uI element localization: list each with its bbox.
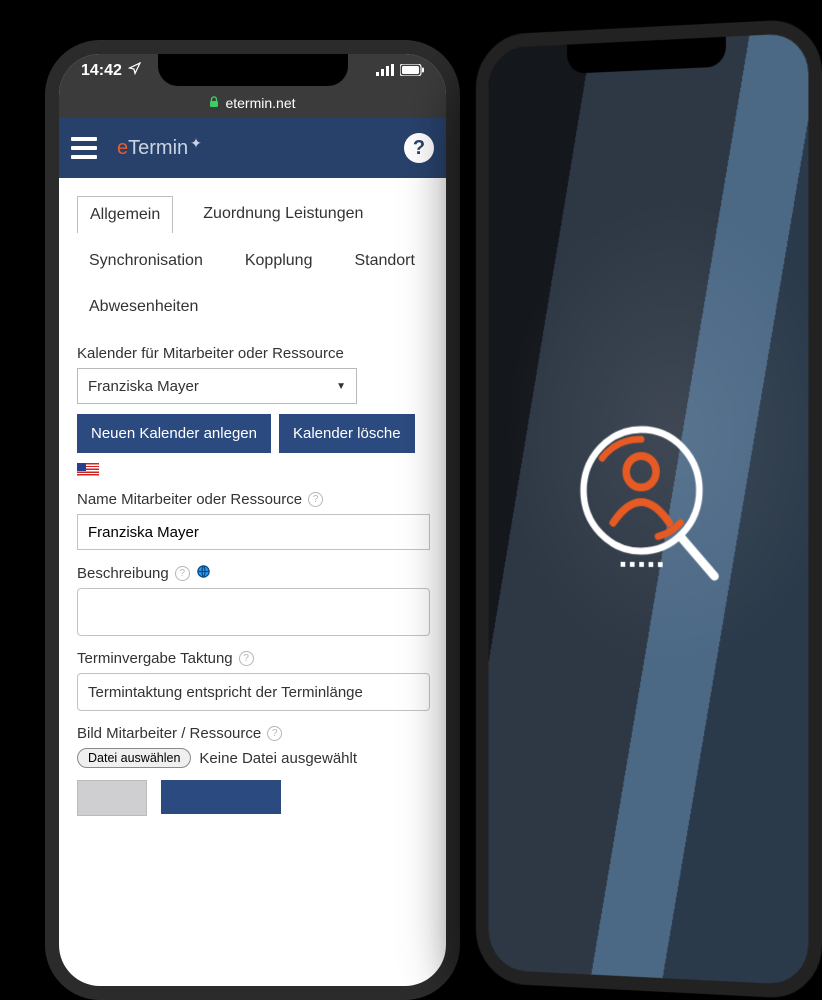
globe-icon[interactable] bbox=[196, 564, 211, 582]
menu-icon[interactable] bbox=[71, 137, 97, 159]
field-bild: Bild Mitarbeiter / Ressource ? Datei aus… bbox=[77, 725, 430, 816]
help-icon[interactable]: ? bbox=[404, 133, 434, 163]
help-hint-icon[interactable]: ? bbox=[175, 566, 190, 581]
new-calendar-button[interactable]: Neuen Kalender anlegen bbox=[77, 414, 271, 453]
label-name: Name Mitarbeiter oder Ressource bbox=[77, 491, 302, 508]
delete-calendar-button[interactable]: Kalender lösche bbox=[279, 414, 415, 453]
label-taktung: Terminvergabe Taktung bbox=[77, 650, 233, 667]
content-area: Allgemein Zuordnung Leistungen Synchroni… bbox=[59, 178, 446, 986]
phone-mock-left: 14:42 bbox=[45, 40, 460, 1000]
field-name: Name Mitarbeiter oder Ressource ? bbox=[77, 491, 430, 550]
app-header: eTermin✦ ? bbox=[59, 118, 446, 178]
battery-icon bbox=[400, 63, 424, 79]
magnifier-person-icon bbox=[567, 406, 726, 604]
select-taktung-value: Termintaktung entspricht der Terminlänge bbox=[88, 684, 363, 701]
label-description: Beschreibung bbox=[77, 565, 169, 582]
logo-swirl-icon: ✦ bbox=[190, 135, 202, 152]
help-hint-icon[interactable]: ? bbox=[239, 651, 254, 666]
browser-url-bar[interactable]: etermin.net bbox=[59, 88, 446, 118]
field-taktung: Terminvergabe Taktung ? Termintaktung en… bbox=[77, 650, 430, 711]
tab-zuordnung[interactable]: Zuordnung Leistungen bbox=[191, 196, 375, 233]
file-state-text: Keine Datei ausgewählt bbox=[199, 750, 357, 767]
tab-standort[interactable]: Standort bbox=[342, 243, 426, 279]
image-thumbnail[interactable] bbox=[77, 780, 147, 816]
select-taktung[interactable]: Termintaktung entspricht der Terminlänge bbox=[77, 673, 430, 711]
field-calendar: Kalender für Mitarbeiter oder Ressource … bbox=[77, 345, 430, 477]
phone-mock-right bbox=[476, 18, 822, 1000]
select-calendar[interactable]: Franziska Mayer ▼ bbox=[77, 368, 357, 404]
file-choose-button[interactable]: Datei auswählen bbox=[77, 748, 191, 768]
url-domain: etermin.net bbox=[225, 95, 295, 111]
logo-e: e bbox=[117, 137, 128, 160]
chevron-down-icon: ▼ bbox=[336, 381, 346, 392]
help-hint-icon[interactable]: ? bbox=[267, 726, 282, 741]
app-logo[interactable]: eTermin✦ bbox=[117, 137, 202, 160]
help-hint-icon[interactable]: ? bbox=[308, 492, 323, 507]
description-input[interactable] bbox=[77, 588, 430, 636]
name-input[interactable] bbox=[77, 514, 430, 550]
upload-button[interactable] bbox=[161, 780, 281, 814]
tab-kopplung[interactable]: Kopplung bbox=[233, 243, 325, 279]
logo-termin: Termin bbox=[128, 137, 188, 160]
phone-screen: 14:42 bbox=[59, 54, 446, 986]
signal-icon bbox=[376, 63, 394, 79]
label-bild: Bild Mitarbeiter / Ressource bbox=[77, 725, 261, 742]
tab-allgemein[interactable]: Allgemein bbox=[77, 196, 173, 233]
tab-sync[interactable]: Synchronisation bbox=[77, 243, 215, 279]
us-flag-icon[interactable] bbox=[77, 463, 99, 477]
tab-abwesen[interactable]: Abwesenheiten bbox=[77, 289, 210, 325]
tab-bar: Allgemein Zuordnung Leistungen Synchroni… bbox=[77, 196, 430, 325]
lock-icon bbox=[209, 96, 219, 111]
phone-notch bbox=[158, 54, 348, 86]
select-calendar-value: Franziska Mayer bbox=[88, 378, 199, 395]
label-calendar: Kalender für Mitarbeiter oder Ressource bbox=[77, 345, 430, 362]
field-description: Beschreibung ? bbox=[77, 564, 430, 636]
status-time: 14:42 bbox=[81, 62, 122, 80]
location-icon bbox=[128, 62, 141, 80]
